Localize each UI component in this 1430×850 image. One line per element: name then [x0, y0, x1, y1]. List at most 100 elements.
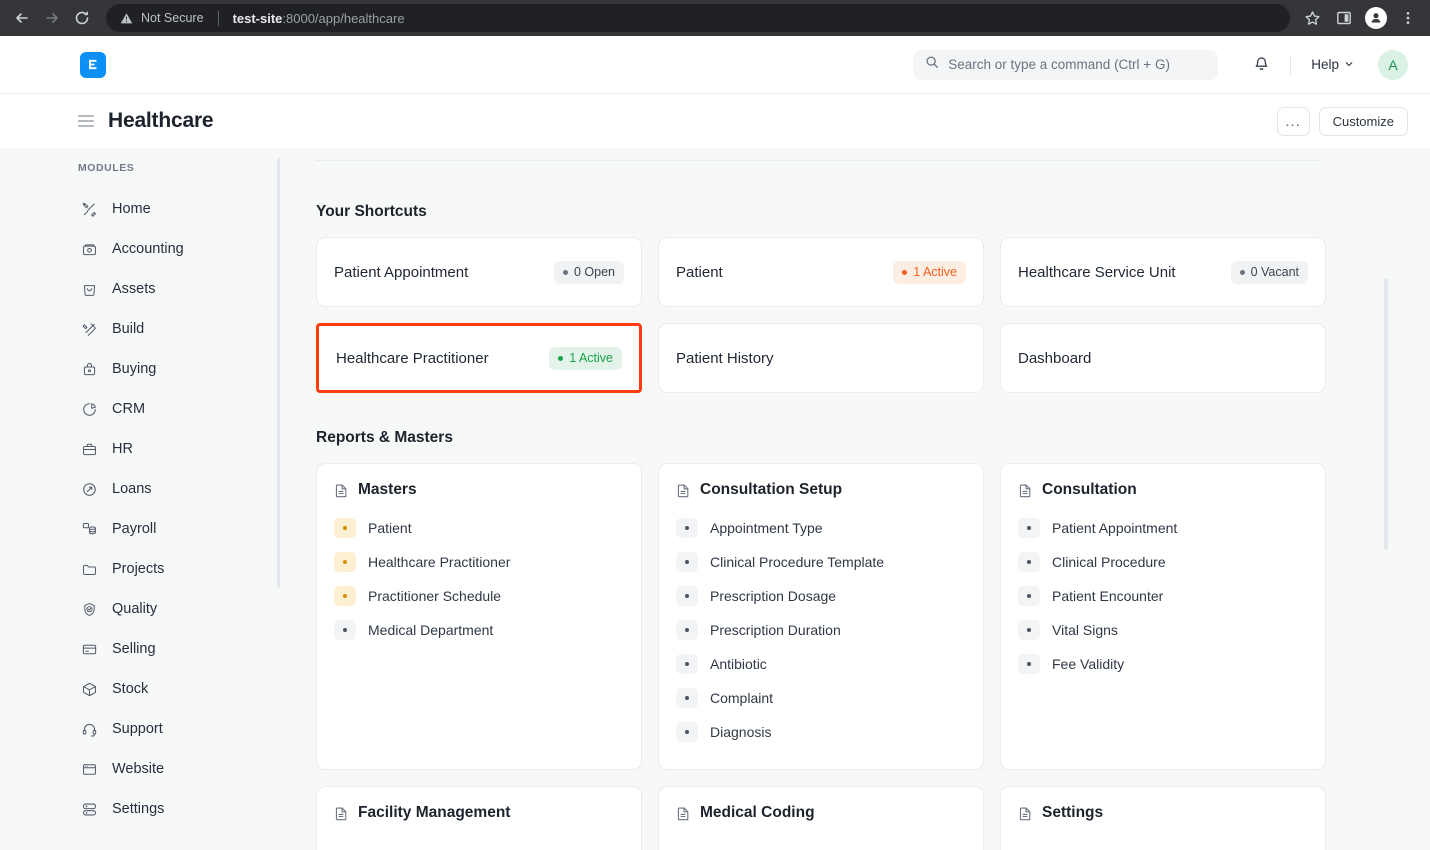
report-card-title: Settings: [1042, 804, 1104, 821]
sidebar-item-accounting[interactable]: Accounting: [78, 229, 280, 269]
search-input[interactable]: Search or type a command (Ctrl + G): [913, 49, 1219, 80]
report-link-item[interactable]: Vital Signs: [1018, 613, 1308, 647]
report-card-header: Masters: [334, 481, 624, 499]
address-bar[interactable]: Not Secure test-site:8000/app/healthcare: [106, 4, 1290, 32]
shortcut-card[interactable]: Patient Appointment 0 Open: [316, 237, 642, 307]
sidebar-item-buying[interactable]: Buying: [78, 349, 280, 389]
loan-icon: [81, 481, 98, 498]
sidebar-item-label: Home: [112, 201, 151, 217]
sidebar-item-home[interactable]: Home: [78, 189, 280, 229]
url-text: test-site:8000/app/healthcare: [233, 11, 405, 26]
report-link-item[interactable]: Appointment Type: [676, 511, 966, 545]
three-dot-menu-icon[interactable]: [1394, 4, 1422, 32]
forward-icon[interactable]: [38, 4, 66, 32]
sidebar-item-label: Settings: [112, 801, 165, 817]
sidebar-item-stock[interactable]: Stock: [78, 669, 280, 709]
shortcut-card[interactable]: Patient History: [658, 323, 984, 393]
document-icon: [334, 483, 349, 498]
sidebar-item-settings[interactable]: Settings: [78, 789, 280, 829]
customize-button[interactable]: Customize: [1318, 106, 1408, 136]
status-dot-icon: [676, 620, 698, 640]
status-dot-icon: [334, 586, 356, 606]
report-link-item[interactable]: Medical Department: [334, 613, 624, 647]
sidebar-item-hr[interactable]: HR: [78, 429, 280, 469]
shortcut-card[interactable]: Healthcare Practitioner 1 Active: [316, 323, 642, 393]
help-menu-button[interactable]: Help: [1305, 53, 1360, 76]
sidebar-item-build[interactable]: Build: [78, 309, 280, 349]
status-badge-label: 0 Vacant: [1250, 265, 1299, 279]
report-card-header: Consultation Setup: [676, 481, 966, 499]
status-dot-icon: [562, 269, 568, 275]
sidebar-item-support[interactable]: Support: [78, 709, 280, 749]
sidebar-item-website[interactable]: Website: [78, 749, 280, 789]
report-link-item[interactable]: Diagnosis: [676, 715, 966, 749]
document-icon: [1018, 806, 1033, 821]
side-panel-icon[interactable]: [1330, 4, 1358, 32]
sidebar-item-label: Build: [112, 321, 145, 337]
report-link-item[interactable]: Clinical Procedure Template: [676, 545, 966, 579]
report-card-title: Medical Coding: [700, 804, 815, 821]
status-badge: 0 Vacant: [1230, 260, 1308, 284]
page-header: Healthcare ... Customize: [0, 94, 1430, 148]
sidebar-item-label: Stock: [112, 681, 149, 697]
report-link-item[interactable]: Practitioner Schedule: [334, 579, 624, 613]
sidebar-item-projects[interactable]: Projects: [78, 549, 280, 589]
report-link-item[interactable]: Complaint: [676, 681, 966, 715]
shortcut-card[interactable]: Patient 1 Active: [658, 237, 984, 307]
report-link-item[interactable]: Clinical Procedure: [1018, 545, 1308, 579]
report-link-item[interactable]: Antibiotic: [676, 647, 966, 681]
box-icon: [81, 681, 98, 698]
report-link-item[interactable]: Prescription Duration: [676, 613, 966, 647]
sidebar-item-quality[interactable]: Quality: [78, 589, 280, 629]
sidebar-item-crm[interactable]: CRM: [78, 389, 280, 429]
report-link-item[interactable]: Patient: [334, 511, 624, 545]
reload-icon[interactable]: [68, 4, 96, 32]
report-card: Masters Patient Healthcare Practitioner Pra…: [316, 463, 642, 770]
report-link-label: Appointment Type: [710, 520, 823, 536]
report-card: Consultation Patient Appointment Clinical …: [1000, 463, 1326, 770]
sidebar-item-label: Quality: [112, 601, 158, 617]
report-card-title: Consultation Setup: [700, 481, 843, 498]
chevron-down-icon: [1344, 57, 1354, 72]
document-icon: [1018, 483, 1033, 498]
status-badge: 1 Active: [549, 346, 622, 370]
sidebar-item-label: Selling: [112, 641, 156, 657]
app-navbar: Search or type a command (Ctrl + G) Help…: [0, 36, 1430, 94]
main-scrollbar[interactable]: [1384, 278, 1388, 550]
erpnext-logo-icon[interactable]: [80, 51, 106, 78]
sidebar-item-selling[interactable]: Selling: [78, 629, 280, 669]
report-card-header: Settings: [1018, 804, 1308, 822]
report-link-item[interactable]: Patient Encounter: [1018, 579, 1308, 613]
more-options-button[interactable]: ...: [1276, 106, 1310, 136]
document-icon: [334, 806, 349, 821]
report-link-label: Healthcare Practitioner: [368, 554, 511, 570]
navbar-divider: [1290, 54, 1292, 75]
report-link-label: Patient Encounter: [1052, 588, 1164, 604]
bell-icon[interactable]: [1246, 50, 1276, 80]
report-link-label: Clinical Procedure Template: [710, 554, 885, 570]
user-avatar[interactable]: A: [1378, 49, 1408, 80]
back-icon[interactable]: [8, 4, 36, 32]
profile-icon[interactable]: [1362, 4, 1390, 32]
hamburger-icon[interactable]: [78, 115, 94, 127]
status-badge-label: 1 Active: [569, 351, 613, 365]
status-dot-icon: [1018, 552, 1040, 572]
sidebar-item-label: Buying: [112, 361, 157, 377]
shortcut-card[interactable]: Healthcare Service Unit 0 Vacant: [1000, 237, 1326, 307]
report-card-title: Masters: [358, 481, 417, 498]
status-dot-icon: [676, 518, 698, 538]
report-card: Facility Management: [316, 786, 642, 850]
sidebar-item-loans[interactable]: Loans: [78, 469, 280, 509]
report-link-item[interactable]: Healthcare Practitioner: [334, 545, 624, 579]
shortcut-label: Patient: [676, 263, 723, 281]
shortcut-card[interactable]: Dashboard: [1000, 323, 1326, 393]
star-icon[interactable]: [1298, 4, 1326, 32]
report-link-item[interactable]: Patient Appointment: [1018, 511, 1308, 545]
sidebar-item-payroll[interactable]: Payroll: [78, 509, 280, 549]
report-card: Medical Coding: [658, 786, 984, 850]
sidebar-item-assets[interactable]: Assets: [78, 269, 280, 309]
report-link-item[interactable]: Fee Validity: [1018, 647, 1308, 681]
shortcut-label: Dashboard: [1018, 349, 1092, 367]
omnibox-divider: [217, 10, 219, 26]
report-link-item[interactable]: Prescription Dosage: [676, 579, 966, 613]
